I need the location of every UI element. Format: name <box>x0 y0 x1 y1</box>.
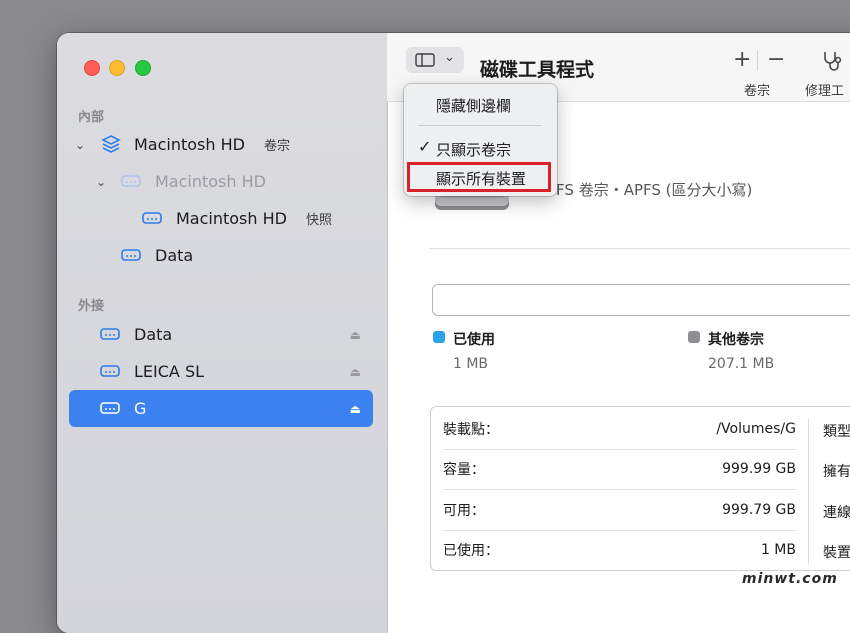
remove-volume-button[interactable]: − <box>767 47 785 72</box>
info-value: 1 MB <box>760 542 796 558</box>
info-label: 可用： <box>443 503 485 519</box>
watermark: minwt.com <box>742 571 838 587</box>
info-label-col2: 裝置 <box>823 545 850 561</box>
external-disk-icon <box>100 365 120 377</box>
column-divider <box>808 419 809 564</box>
layers-icon <box>101 135 121 153</box>
sidebar-item-macintosh-hd-volume[interactable]: ⌄ Macintosh HD 卷宗 <box>69 126 373 163</box>
disk-icon <box>142 212 162 224</box>
disk-icon <box>121 249 141 261</box>
info-label-col2: 類型 <box>823 424 850 440</box>
sidebar-item-sublabel: 卷宗 <box>264 139 291 154</box>
used-value: 1 MB <box>453 356 489 372</box>
sidebar-item-label: Data <box>155 246 194 265</box>
menu-item-hide-sidebar[interactable]: 隱藏側邊欄 <box>436 95 511 116</box>
used-label: 已使用 <box>453 332 495 348</box>
info-label: 已使用： <box>443 543 499 559</box>
sidebar-item-label: Macintosh HD <box>155 172 266 191</box>
info-row: 可用： 999.79 GB <box>443 490 796 530</box>
section-internal: 內部 <box>78 110 105 125</box>
other-volumes-value: 207.1 MB <box>708 356 775 372</box>
divider <box>429 248 850 249</box>
toolbar-divider <box>757 51 758 71</box>
info-label-col2: 連線 <box>823 505 850 521</box>
view-menu: 隱藏側邊欄 ✓ 只顯示卷宗 顯示所有裝置 <box>404 84 557 196</box>
chevron-down-icon[interactable]: ⌄ <box>96 175 106 189</box>
other-volumes-swatch <box>688 331 700 343</box>
sidebar-view-button[interactable]: ⌄ <box>406 47 464 73</box>
zoom-window-button[interactable] <box>135 60 151 76</box>
sidebar-item-label: Data <box>134 325 173 344</box>
highlight-annotation <box>407 162 551 192</box>
info-value: /Volumes/G <box>716 421 796 437</box>
sidebar-item-g[interactable]: G ⏏ <box>69 390 373 427</box>
sidebar-item-data-external[interactable]: Data ⏏ <box>69 316 373 353</box>
info-value: 999.99 GB <box>722 461 796 477</box>
eject-icon[interactable]: ⏏ <box>350 328 361 342</box>
external-disk-icon <box>100 402 120 414</box>
info-row: 裝載點： /Volumes/G <box>443 409 796 449</box>
sidebar-item-label: G <box>134 399 147 418</box>
info-label: 裝載點： <box>443 422 499 438</box>
close-window-button[interactable] <box>84 60 100 76</box>
eject-icon[interactable]: ⏏ <box>350 402 361 416</box>
sidebar-item-label: Macintosh HD <box>134 135 245 154</box>
sidebar: 內部 ⌄ Macintosh HD 卷宗 ⌄ Macintosh HD Maci… <box>57 33 388 633</box>
external-disk-icon <box>100 328 120 340</box>
sidebar-item-label: LEICA SL <box>134 362 205 381</box>
volume-label: 卷宗 <box>744 84 771 99</box>
sidebar-item-macintosh-hd-snapshot[interactable]: Macintosh HD 快照 <box>69 200 373 237</box>
disk-icon <box>121 175 141 187</box>
info-label: 容量： <box>443 462 485 478</box>
sidebar-icon <box>415 53 435 67</box>
menu-item-show-volumes-only[interactable]: 只顯示卷宗 <box>436 139 511 160</box>
volume-description: PFS 卷宗・APFS (區分大小寫) <box>547 181 753 199</box>
eject-icon[interactable]: ⏏ <box>350 365 361 379</box>
app-title: 磁碟工具程式 <box>480 59 595 81</box>
sidebar-item-label: Macintosh HD <box>176 209 287 228</box>
sidebar-item-macintosh-hd-container[interactable]: ⌄ Macintosh HD <box>69 163 373 200</box>
other-volumes-label: 其他卷宗 <box>708 332 764 348</box>
usage-bar <box>432 284 850 316</box>
stethoscope-icon[interactable] <box>821 50 845 72</box>
sidebar-item-leica-sl[interactable]: LEICA SL ⏏ <box>69 353 373 390</box>
chevron-down-icon[interactable]: ⌄ <box>75 138 85 152</box>
minimize-window-button[interactable] <box>109 60 125 76</box>
section-external: 外接 <box>78 299 105 314</box>
sidebar-item-data-internal[interactable]: Data <box>69 237 373 274</box>
info-row: 已使用： 1 MB <box>443 530 796 570</box>
repair-label: 修理工 <box>805 84 845 99</box>
sidebar-item-sublabel: 快照 <box>306 213 333 228</box>
info-row: 容量： 999.99 GB <box>443 449 796 489</box>
chevron-down-icon: ⌄ <box>444 50 455 65</box>
info-value: 999.79 GB <box>722 502 796 518</box>
checkmark-icon: ✓ <box>418 137 432 156</box>
used-swatch <box>433 331 445 343</box>
info-label-col2: 擁有 <box>823 464 850 480</box>
menu-separator <box>418 125 541 126</box>
info-table: 裝載點： /Volumes/G 容量： 999.99 GB 可用： 999.79… <box>430 406 850 571</box>
add-volume-button[interactable]: + <box>733 47 751 72</box>
